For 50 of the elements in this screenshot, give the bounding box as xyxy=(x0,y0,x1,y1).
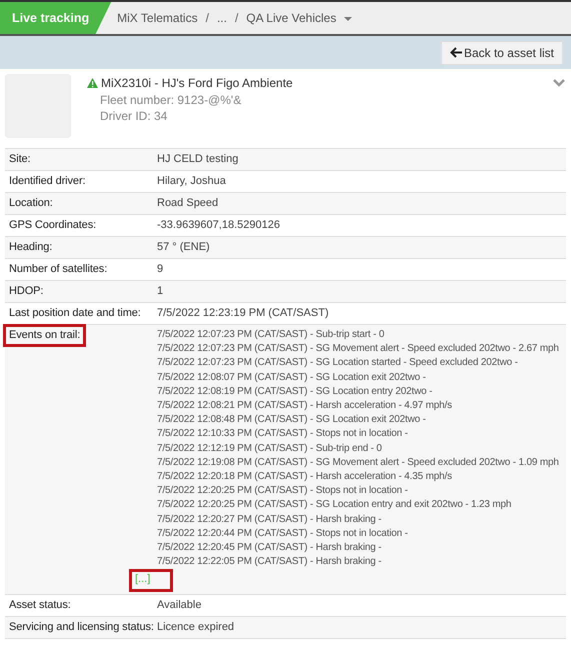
fleet-number: Fleet number: 9123-@%'& xyxy=(100,92,242,108)
field-label: Location: xyxy=(9,197,53,209)
breadcrumb-link[interactable]: QA Live Vehicles xyxy=(246,9,336,27)
field-label: Events on trail: xyxy=(3,324,86,347)
field-label: Number of satellites: xyxy=(9,263,108,275)
event-entry: 7/5/2022 12:20:25 PM (CAT/SAST) - SG Location entry and exit 202two - 1.23 mph xyxy=(157,498,512,512)
field-value: Hilary, Joshua xyxy=(157,175,226,187)
field-value: 9 xyxy=(157,263,164,275)
breadcrumb-separator: / xyxy=(234,10,238,27)
driver-id: Driver ID: 34 xyxy=(100,108,168,124)
field-label: Site: xyxy=(9,153,31,165)
field-value: Available xyxy=(157,599,202,612)
event-entry: 7/5/2022 12:20:18 PM (CAT/SAST) - Harsh acceleration - 4.35 mph/s xyxy=(157,470,453,484)
back-button[interactable]: Back to asset list xyxy=(440,40,563,64)
field-value: Licence expired xyxy=(157,621,234,634)
field-value: 7/5/2022 12:23:19 PM (CAT/SAST) xyxy=(157,307,329,319)
chevron-icon[interactable] xyxy=(553,79,565,87)
field-value: -33.9639607,18.5290126 xyxy=(157,219,280,231)
field-label: HDOP: xyxy=(9,285,44,297)
arrow-left-icon xyxy=(450,47,462,58)
asset-title: MiX2310i - HJ's Ford Figo Ambiente xyxy=(101,75,293,92)
field-value: Road Speed xyxy=(157,197,218,209)
field-label: GPS Coordinates: xyxy=(9,219,96,231)
field-label: Last position date and time: xyxy=(9,307,141,319)
event-entry: 7/5/2022 12:20:44 PM (CAT/SAST) - Stops not in location - xyxy=(157,526,409,541)
field-label: Asset status: xyxy=(9,599,71,612)
event-entry: 7/5/2022 12:08:19 PM (CAT/SAST) - SG Location entry 202two - xyxy=(157,384,434,399)
field-label: Servicing and licensing status: xyxy=(9,621,154,634)
field-label: Heading: xyxy=(9,241,52,253)
event-entry: 7/5/2022 12:07:23 PM (CAT/SAST) - SG Location started - Speed excluded 202two - xyxy=(157,356,519,370)
event-entry: 7/5/2022 12:19:08 PM (CAT/SAST) - SG Movement alert - Speed excluded 202two - 1.09 mph xyxy=(157,456,560,470)
breadcrumb-link[interactable]: ... xyxy=(216,9,227,27)
event-entry: 7/5/2022 12:08:21 PM (CAT/SAST) - Harsh acceleration - 4.97 mph/s xyxy=(157,399,453,414)
event-entry: 7/5/2022 12:08:07 PM (CAT/SAST) - SG Location exit 202two - xyxy=(157,370,427,385)
event-entry: 7/5/2022 12:07:23 PM (CAT/SAST) - Sub-trip start - 0 xyxy=(157,328,386,342)
event-entry: 7/5/2022 12:08:48 PM (CAT/SAST) - SG Location exit 202two - xyxy=(157,413,427,428)
event-entry: 7/5/2022 12:20:25 PM (CAT/SAST) - Stops not in location - xyxy=(157,484,409,498)
event-entry: 7/5/2022 12:20:45 PM (CAT/SAST) - Harsh braking - xyxy=(157,541,382,556)
event-entry: 7/5/2022 12:10:33 PM (CAT/SAST) - Stops not in location - xyxy=(157,427,409,442)
field-value: 1 xyxy=(157,285,164,297)
field-label: Identified driver: xyxy=(9,175,86,187)
event-entry: 7/5/2022 12:12:19 PM (CAT/SAST) - Sub-trip end - 0 xyxy=(157,442,383,456)
breadcrumb-separator: / xyxy=(206,10,209,27)
event-entry: 7/5/2022 12:07:23 PM (CAT/SAST) - SG Movement alert - Speed excluded 202two - 2.67 mph xyxy=(157,342,560,356)
warning-icon xyxy=(87,78,98,88)
breadcrumb-link[interactable]: MiX Telematics xyxy=(117,9,198,27)
field-value: HJ CELD testing xyxy=(157,153,238,165)
field-value: 57 ° (ENE) xyxy=(157,241,210,253)
event-entry: 7/5/2022 12:20:27 PM (CAT/SAST) - Harsh braking - xyxy=(157,512,382,527)
event-entry: 7/5/2022 12:22:05 PM (CAT/SAST) - Harsh braking - xyxy=(157,555,382,570)
